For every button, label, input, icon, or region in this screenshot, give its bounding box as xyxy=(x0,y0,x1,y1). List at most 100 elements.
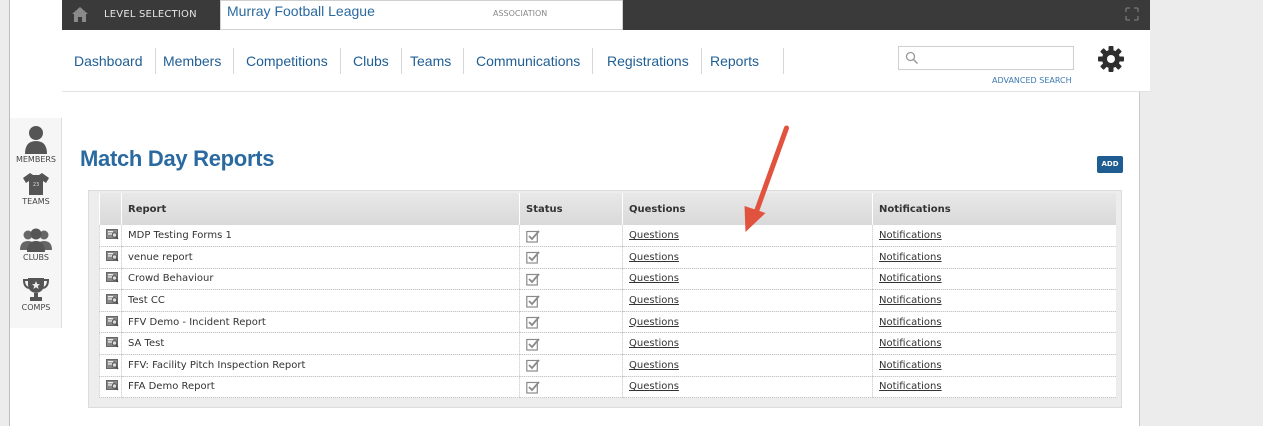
row-icon-cell[interactable] xyxy=(99,311,122,334)
advanced-search-link[interactable]: ADVANCED SEARCH xyxy=(992,76,1072,85)
reports-table: Report Status Questions Notifications MD… xyxy=(99,193,1116,399)
view-report-icon[interactable] xyxy=(106,271,119,283)
header-notifications[interactable]: Notifications xyxy=(872,193,1116,225)
left-sidebar: MEMBERS 23 TEAMS CLUBS COMPS xyxy=(10,118,62,328)
row-report-name: FFA Demo Report xyxy=(121,376,520,399)
expand-icon[interactable] xyxy=(1124,6,1140,22)
questions-link[interactable]: Questions xyxy=(629,360,679,371)
questions-link[interactable]: Questions xyxy=(629,230,679,241)
status-check-icon xyxy=(526,229,540,243)
row-questions-cell: Questions xyxy=(622,225,873,248)
questions-link[interactable]: Questions xyxy=(629,273,679,284)
view-report-icon[interactable] xyxy=(106,336,119,348)
nav-dashboard[interactable]: Dashboard xyxy=(62,48,156,74)
trophy-icon xyxy=(22,278,50,301)
nav-teams[interactable]: Teams xyxy=(398,48,465,74)
status-check-icon xyxy=(526,316,540,329)
table-row[interactable]: FFA Demo Report Questions Notifications xyxy=(99,376,1116,399)
status-check-icon xyxy=(526,381,540,394)
notifications-link[interactable]: Notifications xyxy=(879,230,942,241)
status-check-icon xyxy=(526,273,540,286)
home-icon[interactable] xyxy=(70,4,90,24)
header-questions[interactable]: Questions xyxy=(622,193,873,225)
gear-icon[interactable] xyxy=(1096,44,1126,74)
row-icon-cell[interactable] xyxy=(99,289,122,312)
status-check-icon xyxy=(526,359,540,372)
questions-link[interactable]: Questions xyxy=(629,317,679,328)
member-icon xyxy=(25,126,47,154)
row-questions-cell: Questions xyxy=(622,354,873,377)
row-icon-cell[interactable] xyxy=(99,225,122,248)
notifications-link[interactable]: Notifications xyxy=(879,252,942,263)
table-row[interactable]: SA Test Questions Notifications xyxy=(99,332,1116,356)
nav-communications[interactable]: Communications xyxy=(464,48,594,74)
row-icon-cell[interactable] xyxy=(99,246,122,269)
notifications-link[interactable]: Notifications xyxy=(879,381,942,392)
row-icon-cell[interactable] xyxy=(99,332,122,356)
row-notifications-cell: Notifications xyxy=(872,332,1116,356)
top-bar: LEVEL SELECTION Murray Football League A… xyxy=(62,0,1150,30)
questions-link[interactable]: Questions xyxy=(629,381,679,392)
view-report-icon[interactable] xyxy=(106,250,119,262)
view-report-icon[interactable] xyxy=(106,358,119,370)
svg-text:23: 23 xyxy=(33,182,39,188)
table-row[interactable]: Crowd Behaviour Questions Notifications xyxy=(99,268,1116,291)
row-icon-cell[interactable] xyxy=(99,376,122,399)
nav-registrations[interactable]: Registrations xyxy=(595,48,702,74)
sidebar-label-teams: TEAMS xyxy=(22,197,50,206)
notifications-link[interactable]: Notifications xyxy=(879,295,942,306)
row-questions-cell: Questions xyxy=(622,289,873,312)
header-status[interactable]: Status xyxy=(519,193,623,225)
questions-link[interactable]: Questions xyxy=(629,338,679,349)
search-input[interactable] xyxy=(898,46,1074,70)
level-selection-label[interactable]: LEVEL SELECTION xyxy=(104,0,197,30)
questions-link[interactable]: Questions xyxy=(629,295,679,306)
main-nav: Dashboard Members Competitions Clubs Tea… xyxy=(62,30,1150,92)
row-notifications-cell: Notifications xyxy=(872,376,1116,399)
row-icon-cell[interactable] xyxy=(99,354,122,377)
header-icon-column xyxy=(99,193,122,225)
row-status xyxy=(519,332,623,356)
table-row[interactable]: FFV Demo - Incident Report Questions Not… xyxy=(99,311,1116,334)
row-status xyxy=(519,246,623,269)
row-icon-cell[interactable] xyxy=(99,268,122,291)
row-status xyxy=(519,376,623,399)
view-report-icon[interactable] xyxy=(106,293,119,305)
view-report-icon[interactable] xyxy=(106,228,119,240)
questions-link[interactable]: Questions xyxy=(629,252,679,263)
notifications-link[interactable]: Notifications xyxy=(879,273,942,284)
jersey-icon: 23 xyxy=(23,173,49,195)
sidebar-item-members[interactable]: MEMBERS xyxy=(10,124,62,164)
nav-members[interactable]: Members xyxy=(151,48,235,74)
table-row[interactable]: venue report Questions Notifications xyxy=(99,246,1116,269)
organisation-type: ASSOCIATION xyxy=(493,9,548,18)
notifications-link[interactable]: Notifications xyxy=(879,317,942,328)
header-report[interactable]: Report xyxy=(121,193,520,225)
row-notifications-cell: Notifications xyxy=(872,225,1116,248)
table-row[interactable]: FFV: Facility Pitch Inspection Report Qu… xyxy=(99,354,1116,377)
row-status xyxy=(519,354,623,377)
table-row[interactable]: Test CC Questions Notifications xyxy=(99,289,1116,312)
row-notifications-cell: Notifications xyxy=(872,354,1116,377)
table-row[interactable]: MDP Testing Forms 1 Questions Notificati… xyxy=(99,225,1116,248)
nav-reports[interactable]: Reports xyxy=(698,48,784,74)
view-report-icon[interactable] xyxy=(106,315,119,327)
sidebar-label-clubs: CLUBS xyxy=(23,253,49,262)
nav-clubs[interactable]: Clubs xyxy=(341,48,402,74)
notifications-link[interactable]: Notifications xyxy=(879,338,942,349)
row-notifications-cell: Notifications xyxy=(872,289,1116,312)
notifications-link[interactable]: Notifications xyxy=(879,360,942,371)
sidebar-item-comps[interactable]: COMPS xyxy=(10,276,62,312)
organisation-selector[interactable]: Murray Football League ASSOCIATION xyxy=(220,0,623,30)
row-status xyxy=(519,311,623,334)
add-button[interactable]: ADD xyxy=(1097,156,1123,173)
sidebar-item-teams[interactable]: 23 TEAMS xyxy=(10,172,62,206)
row-report-name: Crowd Behaviour xyxy=(121,268,520,291)
window-frame-left xyxy=(0,0,10,426)
view-report-icon[interactable] xyxy=(106,379,119,391)
nav-competitions[interactable]: Competitions xyxy=(234,48,341,74)
sidebar-item-clubs[interactable]: CLUBS xyxy=(10,228,62,262)
sidebar-label-comps: COMPS xyxy=(21,303,51,312)
row-questions-cell: Questions xyxy=(622,268,873,291)
group-icon xyxy=(20,228,52,252)
